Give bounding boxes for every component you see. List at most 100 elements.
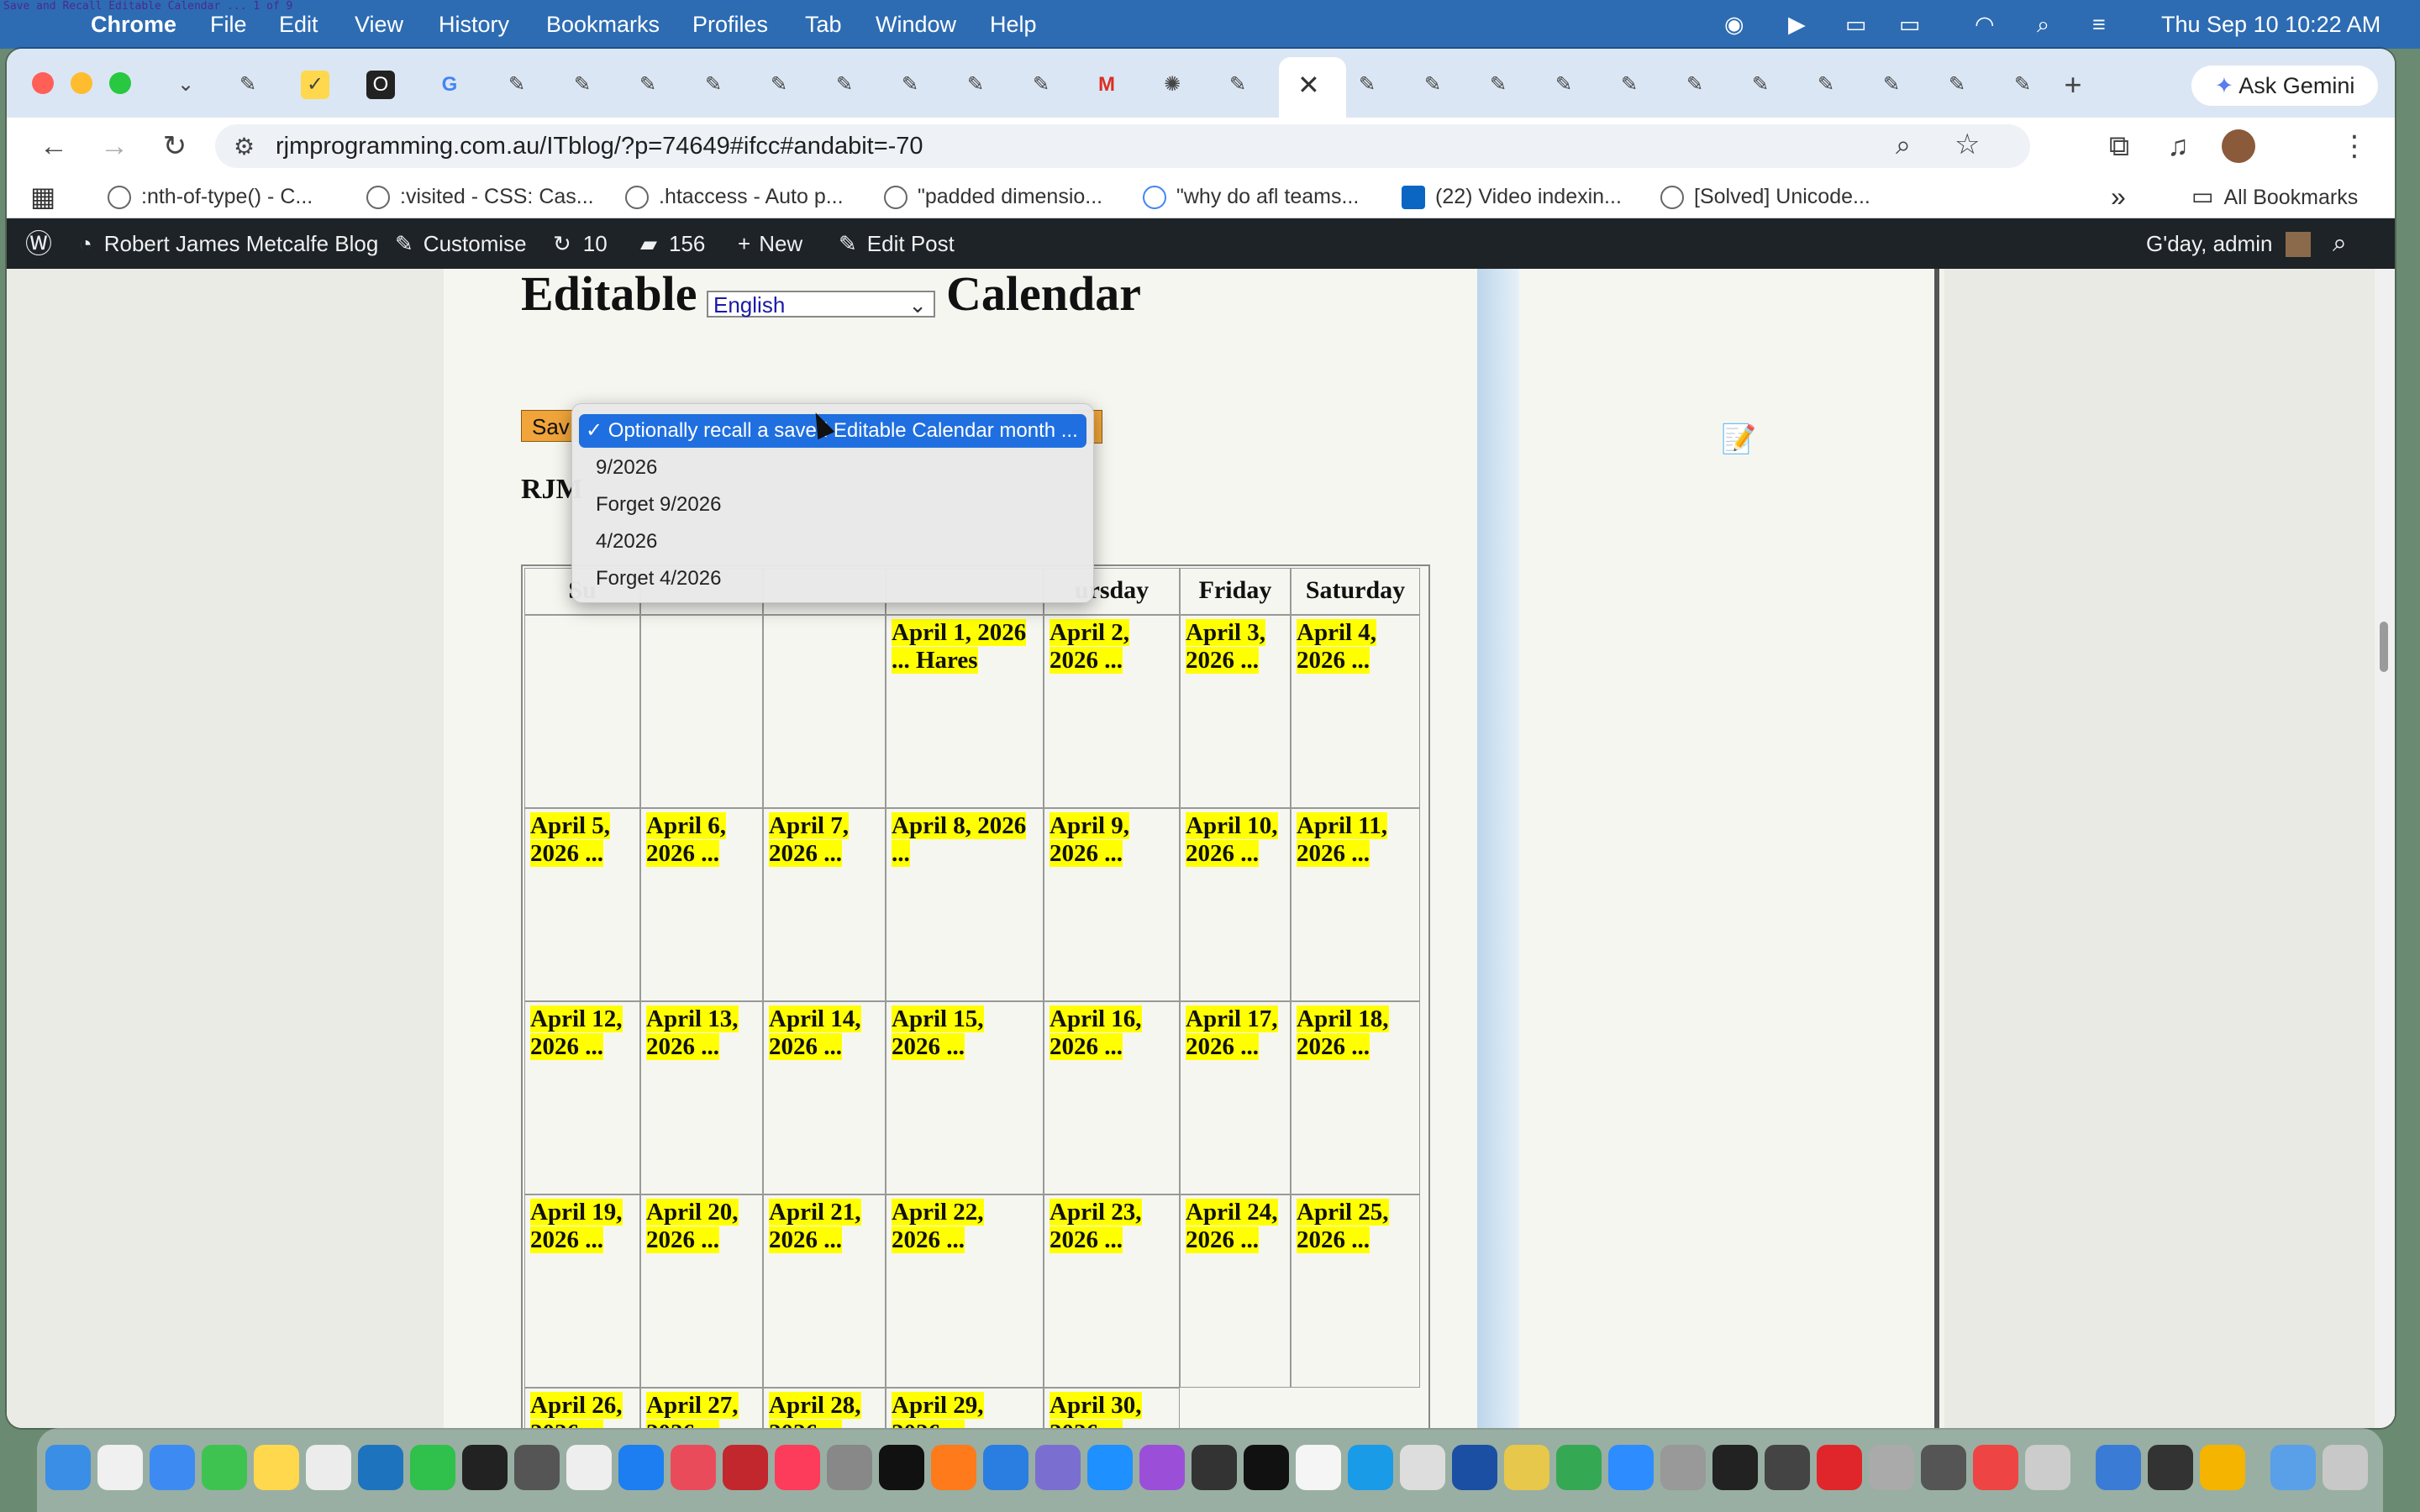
tab-favicon-icon[interactable]: ✎ [1223,71,1252,99]
calendar-cell[interactable]: April 10, 2026 ... [1180,808,1291,1001]
tab-favicon-icon[interactable]: ✎ [896,71,924,99]
terminal-icon[interactable] [462,1445,508,1490]
calendar-cell[interactable]: April 6, 2026 ... [640,808,763,1001]
active-tab[interactable]: ✕ [1279,57,1346,118]
scrollbar-thumb[interactable] [2380,622,2388,672]
admin-comments-link[interactable]: ▰ 156 [640,218,705,269]
site-info-icon[interactable]: ⚙ [234,133,255,160]
menu-bookmarks[interactable]: Bookmarks [546,0,660,49]
profile-avatar[interactable] [2222,129,2255,163]
new-tab-plus-icon[interactable]: + [2059,70,2087,100]
safari-icon[interactable] [1087,1445,1133,1490]
calendar-cell[interactable]: April 1, 2026 ... Hares [886,615,1044,808]
forward-arrow-icon[interactable]: → [94,126,134,166]
calculator-icon[interactable] [514,1445,560,1490]
calendar-cell[interactable]: April 22, 2026 ... [886,1194,1044,1388]
tab-favicon-icon[interactable]: ✎ [961,71,990,99]
ask-gemini-button[interactable]: ✦ Ask Gemini [2191,66,2378,106]
screen-mirroring-icon[interactable]: ▭ [1845,0,1867,49]
terminal-app-icon[interactable] [1244,1445,1289,1490]
tab-favicon-icon[interactable]: ✎ [1484,71,1512,99]
messages-icon[interactable] [202,1445,247,1490]
opera-icon[interactable] [1817,1445,1862,1490]
bookmark-item[interactable]: :visited - CSS: Cas... [366,175,594,218]
photos-icon[interactable] [2200,1445,2245,1490]
bookmark-item[interactable]: "padded dimensio... [884,175,1102,218]
tab-favicon-icon[interactable]: ✎ [1943,71,1971,99]
calendar-cell[interactable]: April 27, 2026 ... [640,1388,763,1428]
close-tab-icon[interactable]: ✕ [1297,69,1320,101]
activity-monitor-icon[interactable] [1192,1445,1237,1490]
tab-favicon-icon[interactable]: ✎ [830,71,859,99]
gmail-tab-icon[interactable]: M [1092,71,1121,99]
admin-search-icon[interactable]: ⌕ [2333,218,2347,269]
calendar-cell[interactable]: April 20, 2026 ... [640,1194,763,1388]
inkscape-icon[interactable] [1712,1445,1758,1490]
menu-view[interactable]: View [355,0,403,49]
menu-profiles[interactable]: Profiles [692,0,768,49]
app-store-icon[interactable] [618,1445,664,1490]
app-icon[interactable] [1504,1445,1549,1490]
calendar-cell[interactable]: April 29, 2026 ... [886,1388,1044,1428]
tab-favicon-icon[interactable]: ✎ [234,71,262,99]
obs-icon[interactable] [1765,1445,1810,1490]
calendar-cell[interactable]: April 15, 2026 ... [886,1001,1044,1194]
app-icon[interactable] [2096,1445,2141,1490]
tab-favicon-icon[interactable]: ✎ [1681,71,1709,99]
tab-search-chevron-icon[interactable]: ⌄ [171,71,200,99]
chrome-icon[interactable] [1556,1445,1602,1490]
admin-avatar[interactable] [2286,232,2311,257]
tab-favicon-icon[interactable]: G [435,71,464,99]
calendar-date-icon[interactable] [1296,1445,1341,1490]
document-icon[interactable] [1400,1445,1445,1490]
tab-favicon-icon[interactable]: ✎ [2008,71,2037,99]
calendar-cell[interactable]: April 24, 2026 ... [1180,1194,1291,1388]
menu-window[interactable]: Window [876,0,956,49]
admin-customise-link[interactable]: ✎ Customise [395,218,527,269]
zoom-icon[interactable] [1608,1445,1654,1490]
close-window-button[interactable] [32,72,54,94]
bookmark-item[interactable]: [Solved] Unicode... [1660,175,1870,218]
dropdown-option[interactable]: Forget 4/2026 [579,562,1086,596]
calendar-cell[interactable]: April 7, 2026 ... [763,808,886,1001]
notepad-icon[interactable]: 📝 [1721,423,1756,455]
tab-favicon-icon[interactable]: ✎ [699,71,728,99]
calendar-cell[interactable]: April 2, 2026 ... [1044,615,1180,808]
chrome-menu-kebab-icon[interactable]: ⋮ [2334,126,2375,166]
dropdown-option[interactable]: 4/2026 [579,525,1086,559]
tab-favicon-icon[interactable]: ✎ [1549,71,1578,99]
tab-favicon-icon[interactable]: ✺ [1158,71,1186,99]
app-icon[interactable] [2025,1445,2070,1490]
tab-favicon-icon[interactable]: ✎ [568,71,597,99]
news-icon[interactable] [671,1445,716,1490]
more-bookmarks-chevron-icon[interactable]: » [2111,175,2126,218]
admin-new-link[interactable]: + New [738,218,802,269]
menubar-clock[interactable]: Thu Sep 10 10:22 AM [2161,0,2381,49]
all-bookmarks-folder[interactable]: ▭ All Bookmarks [2191,175,2358,218]
recall-month-dropdown[interactable]: ✓ Optionally recall a saved Editable Cal… [571,403,1094,603]
calendar-cell[interactable]: April 23, 2026 ... [1044,1194,1180,1388]
calendar-cell[interactable]: April 26, 2026 ... [524,1388,640,1428]
filezilla-icon[interactable] [723,1445,768,1490]
apple-tv-icon[interactable] [879,1445,924,1490]
finder-icon[interactable] [45,1445,91,1490]
calendar-cell[interactable]: April 13, 2026 ... [640,1001,763,1194]
quicktime-icon[interactable] [1348,1445,1393,1490]
zoom-magnifier-icon[interactable]: ⌕ [1896,129,1911,161]
menu-history[interactable]: History [439,0,509,49]
firefox-icon[interactable] [931,1445,976,1490]
calendar-cell[interactable]: April 8, 2026 ... [886,808,1044,1001]
contacts-icon[interactable] [1869,1445,1914,1490]
spotlight-search-icon[interactable]: ⌕ [2037,0,2049,49]
calendar-cell[interactable]: April 30, 2026 ... [1044,1388,1180,1428]
calendar-cell[interactable]: April 9, 2026 ... [1044,808,1180,1001]
admin-greeting[interactable]: G'day, admin [2146,218,2272,269]
extensions-puzzle-icon[interactable]: ⧉ [2099,126,2139,166]
admin-updates-link[interactable]: ↻ 10 [553,218,608,269]
podcasts-icon[interactable] [1139,1445,1185,1490]
reload-icon[interactable]: ↻ [155,126,195,166]
xcode-icon[interactable] [983,1445,1028,1490]
tab-favicon-icon[interactable]: ✎ [1746,71,1775,99]
bookmark-star-icon[interactable]: ☆ [1954,128,1980,161]
calendar-cell[interactable]: April 11, 2026 ... [1291,808,1420,1001]
